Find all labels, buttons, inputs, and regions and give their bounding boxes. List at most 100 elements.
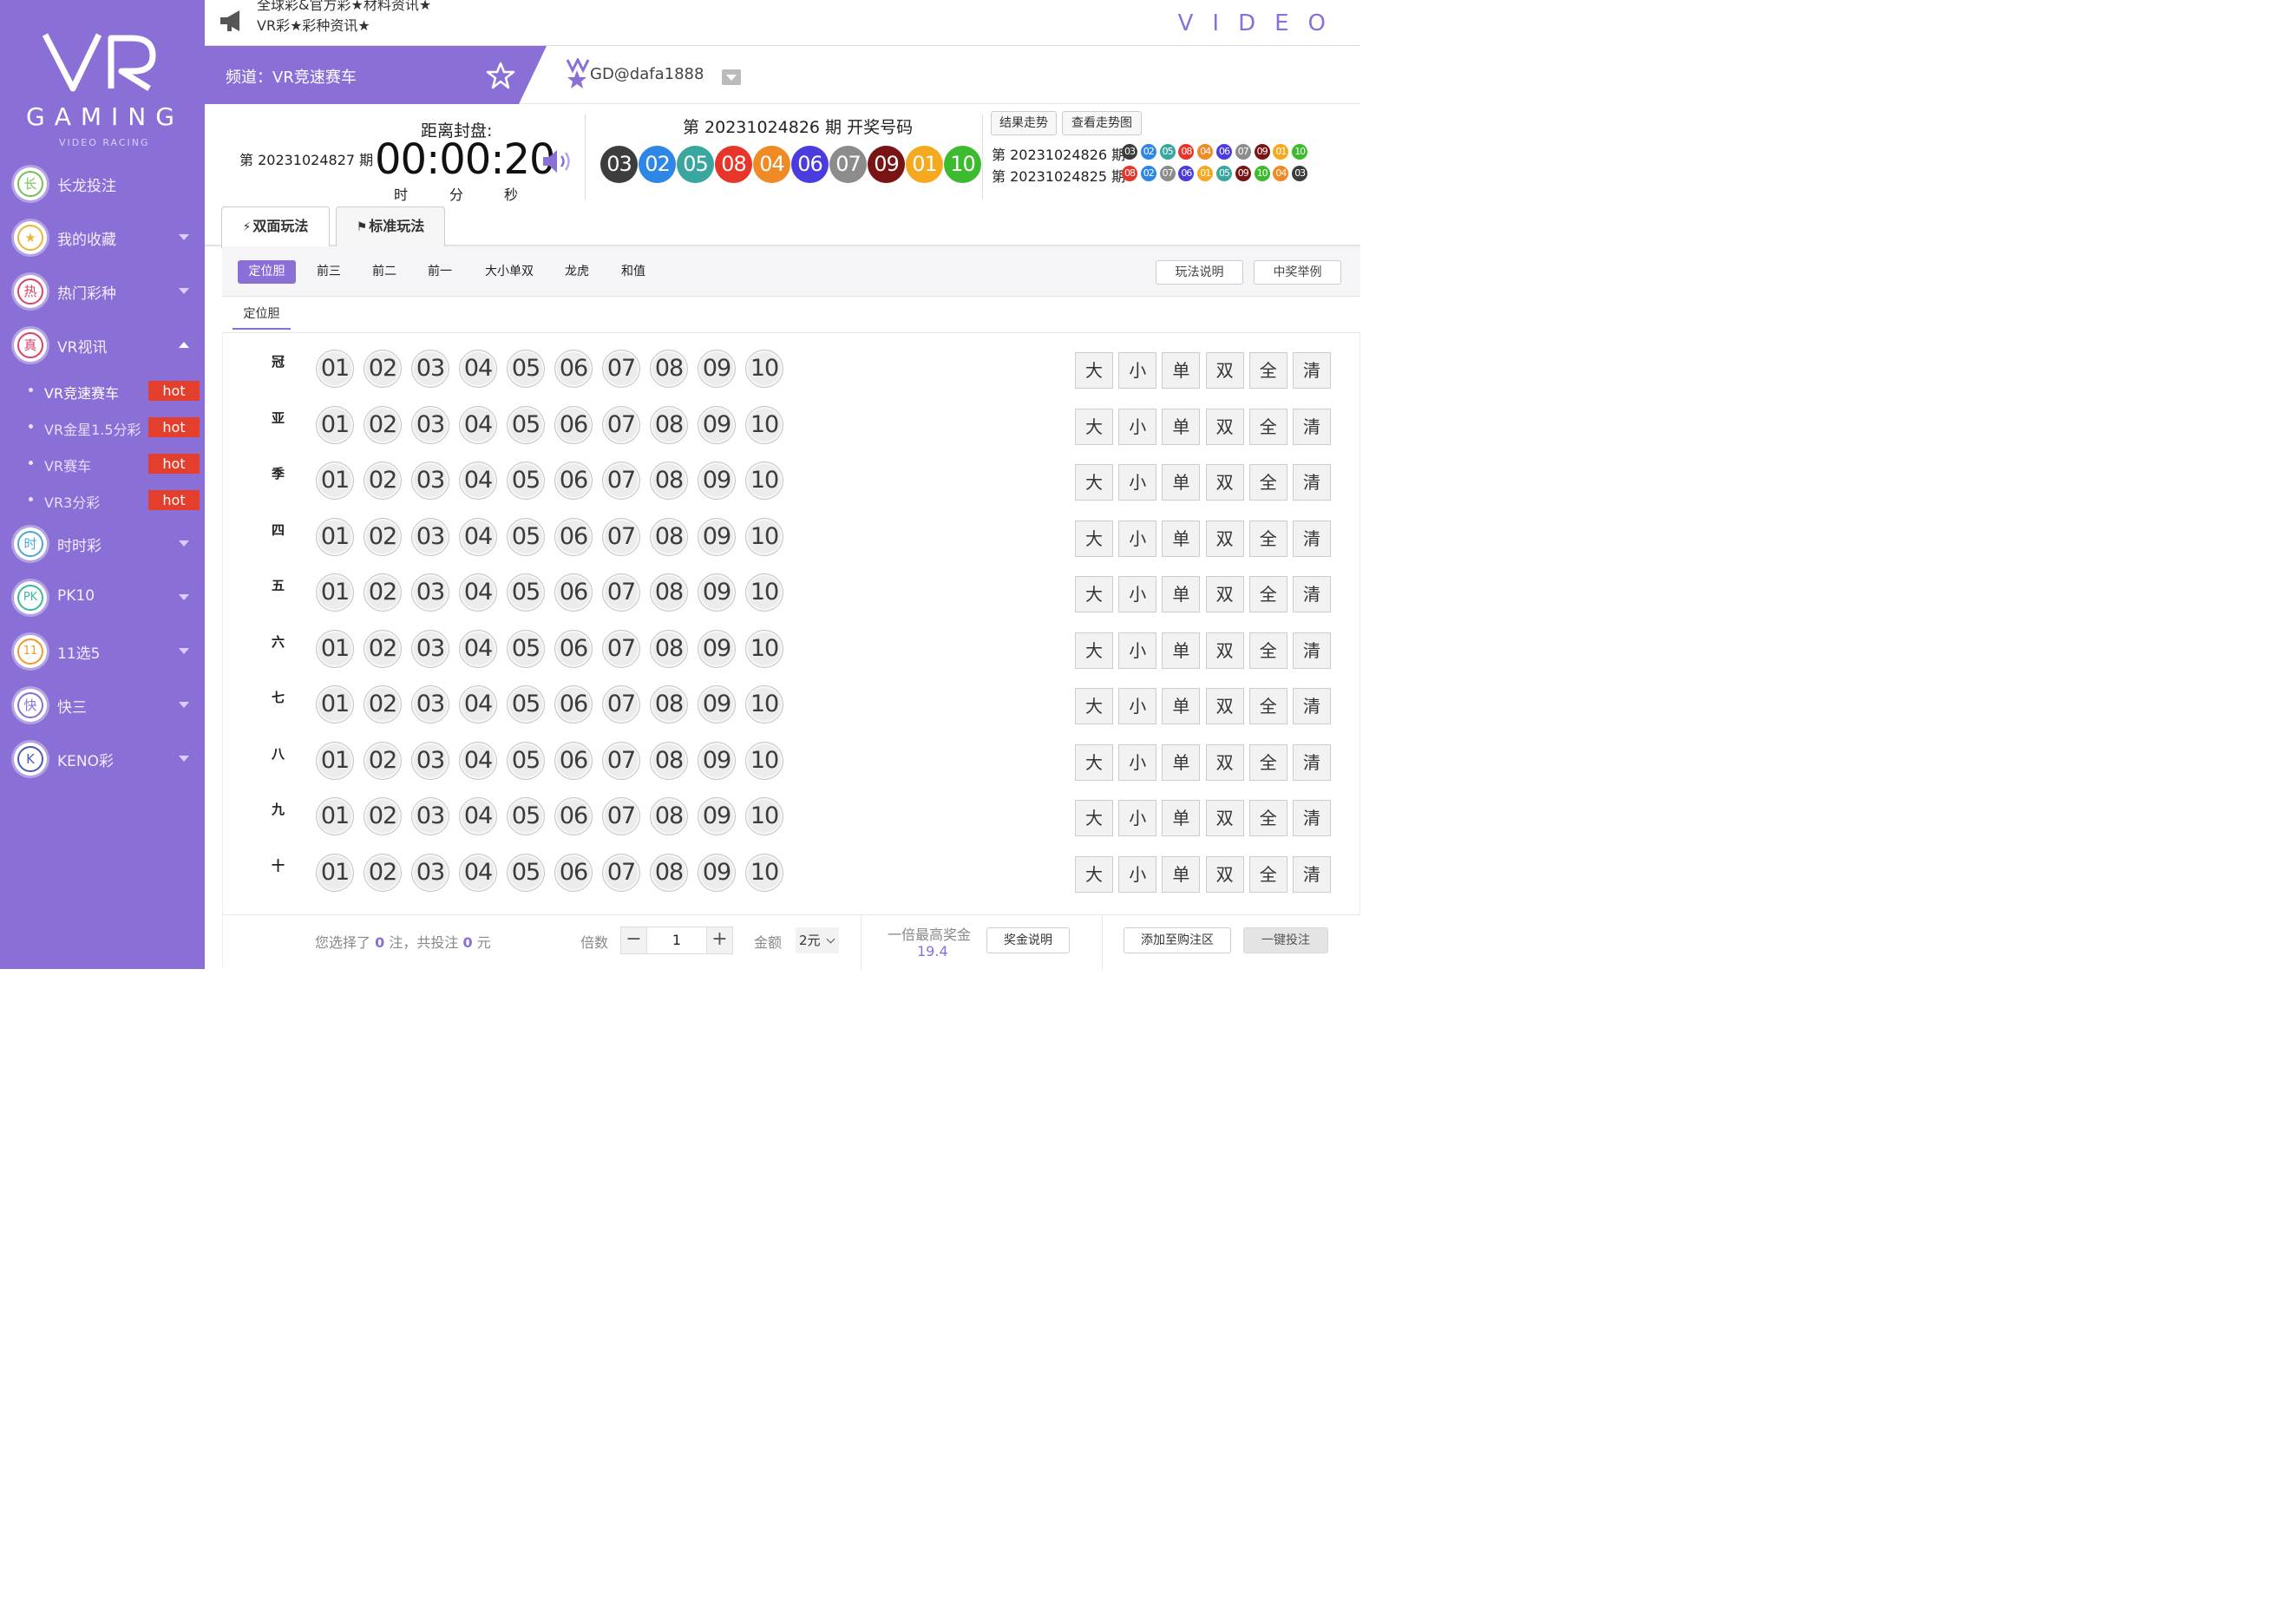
- number-ball[interactable]: 07: [602, 741, 640, 780]
- number-ball[interactable]: 02: [364, 629, 402, 668]
- number-ball[interactable]: 01: [316, 629, 354, 668]
- quick-select-button[interactable]: 大: [1075, 520, 1113, 557]
- number-ball[interactable]: 09: [698, 462, 736, 500]
- number-ball[interactable]: 03: [411, 741, 449, 780]
- multiple-input[interactable]: 1: [647, 927, 706, 953]
- quick-select-button[interactable]: 单: [1162, 520, 1201, 557]
- number-ball[interactable]: 09: [698, 629, 736, 668]
- quick-select-button[interactable]: 大: [1075, 743, 1113, 781]
- number-ball[interactable]: 09: [698, 573, 736, 612]
- quick-bet-button[interactable]: 一键投注: [1243, 927, 1328, 953]
- sidebar-item[interactable]: PK PK10: [0, 571, 205, 625]
- number-ball[interactable]: 03: [411, 629, 449, 668]
- quick-select-button[interactable]: 单: [1162, 688, 1201, 724]
- number-ball[interactable]: 07: [602, 629, 640, 668]
- number-ball[interactable]: 06: [554, 853, 593, 892]
- quick-select-button[interactable]: 大: [1075, 464, 1113, 501]
- quick-select-button[interactable]: 单: [1162, 743, 1201, 781]
- quick-select-button[interactable]: 双: [1205, 576, 1244, 612]
- quick-select-button[interactable]: 全: [1248, 632, 1287, 669]
- quick-select-button[interactable]: 单: [1162, 576, 1201, 612]
- number-ball[interactable]: 10: [745, 517, 783, 556]
- number-ball[interactable]: 08: [650, 573, 688, 612]
- number-ball[interactable]: 07: [602, 573, 640, 612]
- quick-select-button[interactable]: 小: [1118, 855, 1157, 893]
- quick-select-button[interactable]: 小: [1118, 688, 1157, 724]
- quick-select-button[interactable]: 小: [1118, 800, 1157, 836]
- quick-select-button[interactable]: 双: [1205, 800, 1244, 836]
- rules-button[interactable]: 玩法说明: [1156, 260, 1243, 285]
- number-ball[interactable]: 09: [698, 517, 736, 556]
- view-chart-button[interactable]: 查看走势图: [1062, 111, 1142, 135]
- number-ball[interactable]: 08: [650, 350, 688, 388]
- number-ball[interactable]: 04: [459, 685, 497, 724]
- quick-select-button[interactable]: 大: [1075, 408, 1113, 445]
- quick-select-button[interactable]: 双: [1205, 520, 1244, 557]
- quick-select-button[interactable]: 清: [1293, 576, 1331, 612]
- number-ball[interactable]: 10: [745, 462, 783, 500]
- number-ball[interactable]: 03: [411, 405, 449, 444]
- prize-info-button[interactable]: 奖金说明: [986, 927, 1070, 953]
- quick-select-button[interactable]: 单: [1162, 352, 1201, 389]
- number-ball[interactable]: 07: [602, 350, 640, 388]
- quick-select-button[interactable]: 全: [1248, 576, 1287, 612]
- number-ball[interactable]: 04: [459, 629, 497, 668]
- number-ball[interactable]: 04: [459, 741, 497, 780]
- quick-select-button[interactable]: 小: [1118, 464, 1157, 501]
- number-ball[interactable]: 03: [411, 685, 449, 724]
- quick-select-button[interactable]: 双: [1205, 743, 1244, 781]
- quick-select-button[interactable]: 双: [1205, 408, 1244, 445]
- sidebar-subitem[interactable]: VR金星1.5分彩 hot: [0, 409, 205, 444]
- number-ball[interactable]: 07: [602, 685, 640, 724]
- number-ball[interactable]: 02: [364, 350, 402, 388]
- number-ball[interactable]: 09: [698, 685, 736, 724]
- speaker-icon[interactable]: [541, 147, 576, 175]
- sidebar-item[interactable]: 长长龙投注: [0, 157, 205, 211]
- number-ball[interactable]: 10: [745, 685, 783, 724]
- number-ball[interactable]: 10: [745, 350, 783, 388]
- subnav-item[interactable]: 前三: [309, 260, 349, 284]
- quick-select-button[interactable]: 清: [1293, 352, 1331, 389]
- quick-select-button[interactable]: 清: [1293, 632, 1331, 669]
- subtab-active[interactable]: 定位胆: [233, 304, 291, 330]
- quick-select-button[interactable]: 单: [1162, 464, 1201, 501]
- quick-select-button[interactable]: 小: [1118, 576, 1157, 612]
- quick-select-button[interactable]: 全: [1248, 743, 1287, 781]
- quick-select-button[interactable]: 清: [1293, 855, 1331, 893]
- sidebar-subitem[interactable]: VR竞速赛车 hot: [0, 373, 205, 408]
- number-ball[interactable]: 06: [554, 685, 593, 724]
- quick-select-button[interactable]: 小: [1118, 408, 1157, 445]
- number-ball[interactable]: 03: [411, 797, 449, 835]
- number-ball[interactable]: 05: [507, 685, 545, 724]
- quick-select-button[interactable]: 双: [1205, 632, 1244, 669]
- number-ball[interactable]: 05: [507, 853, 545, 892]
- quick-select-button[interactable]: 大: [1075, 800, 1113, 836]
- number-ball[interactable]: 06: [554, 517, 593, 556]
- number-ball[interactable]: 05: [507, 517, 545, 556]
- sidebar-item[interactable]: 11 11选5: [0, 625, 205, 678]
- number-ball[interactable]: 02: [364, 573, 402, 612]
- sidebar-item[interactable]: 热热门彩种: [0, 265, 205, 318]
- number-ball[interactable]: 04: [459, 573, 497, 612]
- quick-select-button[interactable]: 单: [1162, 632, 1201, 669]
- number-ball[interactable]: 06: [554, 405, 593, 444]
- quick-select-button[interactable]: 单: [1162, 855, 1201, 893]
- quick-select-button[interactable]: 大: [1075, 632, 1113, 669]
- number-ball[interactable]: 06: [554, 629, 593, 668]
- number-ball[interactable]: 02: [364, 517, 402, 556]
- number-ball[interactable]: 08: [650, 517, 688, 556]
- number-ball[interactable]: 04: [459, 517, 497, 556]
- quick-select-button[interactable]: 清: [1293, 800, 1331, 836]
- number-ball[interactable]: 05: [507, 462, 545, 500]
- number-ball[interactable]: 05: [507, 797, 545, 835]
- favorite-star-icon[interactable]: [486, 62, 515, 89]
- quick-select-button[interactable]: 单: [1162, 800, 1201, 836]
- quick-select-button[interactable]: 清: [1293, 743, 1331, 781]
- number-ball[interactable]: 10: [745, 797, 783, 835]
- number-ball[interactable]: 02: [364, 853, 402, 892]
- quick-select-button[interactable]: 清: [1293, 688, 1331, 724]
- quick-select-button[interactable]: 全: [1248, 855, 1287, 893]
- number-ball[interactable]: 03: [411, 517, 449, 556]
- number-ball[interactable]: 10: [745, 405, 783, 444]
- number-ball[interactable]: 06: [554, 797, 593, 835]
